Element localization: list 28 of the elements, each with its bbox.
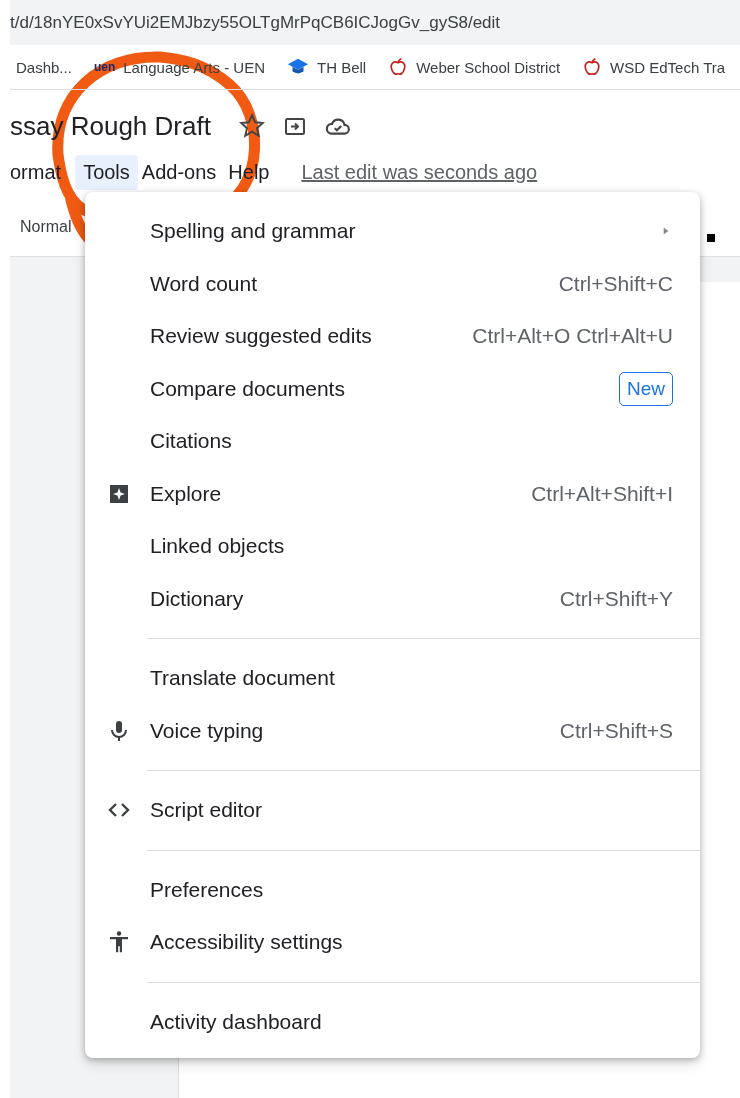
menu-item[interactable]: Linked objects [85,520,700,573]
menu-item[interactable]: Accessibility settings [85,916,700,969]
menu-item[interactable]: Script editor [85,784,700,837]
marker-icon [707,234,715,242]
new-badge: New [619,371,673,406]
apple-icon [582,57,603,77]
menu-item[interactable]: Spelling and grammar [85,205,700,258]
bookmark-link[interactable]: TH Bell [316,58,367,76]
menu-item[interactable]: Citations [85,415,700,468]
bookmark-link[interactable]: Weber School District [416,58,561,76]
menu-item[interactable]: Activity dashboard [85,995,700,1048]
apple-icon [388,57,409,77]
menu-item[interactable]: Review suggested edits Ctrl+Alt+O Ctrl+Alt+U [85,310,700,363]
menu-item[interactable]: Voice typing Ctrl+Shift+S [85,704,700,757]
menu-item[interactable]: Preferences [85,863,700,916]
bookmark-link[interactable]: WSD EdTech Tra [610,58,726,76]
accessibility-icon [107,930,131,955]
menu-item[interactable]: Translate document [85,652,700,705]
menu-item[interactable]: Dictionary Ctrl+Shift+Y [85,572,700,625]
star-icon [238,113,265,139]
style-dropdown[interactable]: Normal [10,218,72,236]
menu-item[interactable]: Tools [75,154,138,190]
last-edit-link[interactable]: Last edit was seconds ago [301,160,538,184]
bookmark-logo: uen [93,60,116,74]
bookmark-link[interactable]: Dashb... [16,58,72,76]
menu-item[interactable]: Explore Ctrl+Alt+Shift+I [85,467,700,520]
menu-item[interactable]: Word count Ctrl+Shift+C [85,257,700,310]
menu-item[interactable]: Compare documents New [85,362,700,415]
